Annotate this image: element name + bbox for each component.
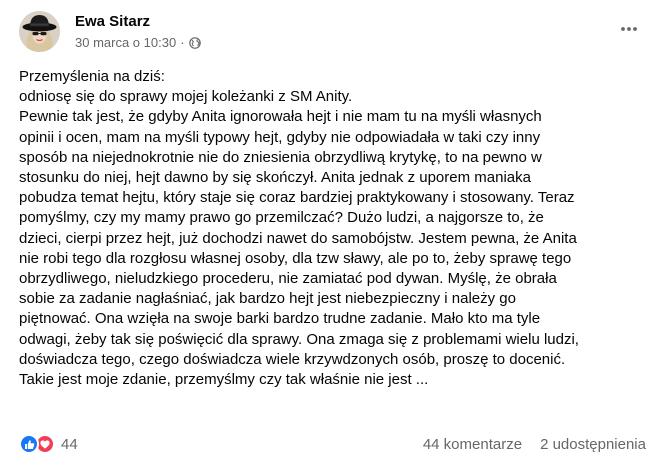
post-stats: 44 komentarze 2 udostępnienia [423,436,646,453]
post-footer: 44 44 komentarze 2 udostępnienia [19,430,646,458]
post-text-line: Pewnie tak jest, że gdyby Anita ignorowa… [19,108,542,126]
post-text-line: pobudza temat hejtu, który staje się cor… [19,189,575,207]
more-horizontal-icon [621,27,637,31]
avatar[interactable] [19,11,60,52]
post-text-line: nie robi tego dla rozgłosu własnej osoby… [19,249,572,267]
author-meta: Ewa Sitarz 30 marca o 10:30 · [75,12,201,51]
post-text-line: Przemyślenia na dziś: [19,68,165,85]
post-text-line: piętnować. Ona wzięła na swoje barki bar… [19,310,541,328]
post-text: Przemyślenia na dziś: odniosę się do spra… [19,67,655,390]
post-text-line: doświadcza tego, czego doświadcza wiele … [19,350,566,368]
post-text-line: dzieci, cierpi przez hejt, już dochodzi … [19,229,577,247]
post-text-line: obrzydliwego, nieludzkiego procederu, ni… [19,270,557,288]
globe-icon[interactable] [188,36,201,49]
post-text-line: pomyślmy, czy my mamy prawo go przemilcz… [19,209,544,227]
post-text-line: odniosę się do sprawy mojej koleżanki z … [19,88,353,106]
post-text-line: odwagi, żeby tak się poświęcić dla spraw… [19,330,579,348]
like-icon [19,434,39,454]
meta-separator: · [180,35,185,50]
reactions-count: 44 [61,435,78,453]
post-text-line: Takie jest moje zdanie, przemyślmy czy t… [19,371,429,389]
more-options-button[interactable] [617,19,641,39]
facebook-post: Ewa Sitarz 30 marca o 10:30 · Przemyślen… [0,0,665,468]
shares-count[interactable]: 2 udostępnienia [540,436,646,453]
post-text-line: stosunku do niej, hejt dawno by się skoń… [19,169,531,187]
post-text-line: opinii i ocen, mam na myśli typowy hejt,… [19,128,541,146]
post-meta: 30 marca o 10:30 · [75,34,201,51]
post-date[interactable]: 30 marca o 10:30 [75,34,176,51]
post-text-line: sposób na niejednokrotnie nie do zniesie… [19,148,542,166]
post-text-line: sobie za zadanie nagłaśniać, jak bardzo … [19,290,516,308]
post-header: Ewa Sitarz 30 marca o 10:30 · [19,11,651,55]
comments-count[interactable]: 44 komentarze [423,436,522,453]
author-name[interactable]: Ewa Sitarz [75,12,201,31]
avatar-image [19,11,60,52]
reactions-summary[interactable]: 44 [19,434,78,454]
reaction-icons [19,434,55,454]
